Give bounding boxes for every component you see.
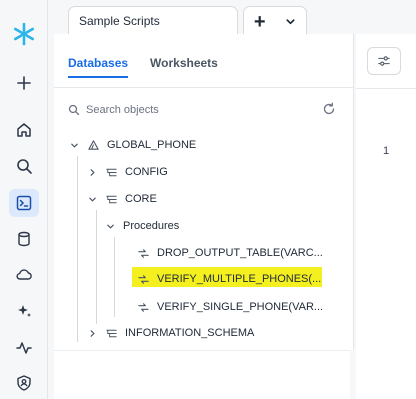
search-placeholder: Search objects xyxy=(86,104,159,116)
tree-node-database[interactable]: GLOBAL_PHONE xyxy=(70,134,196,156)
tab-worksheets[interactable]: Worksheets xyxy=(150,56,218,78)
chevron-down-icon[interactable] xyxy=(88,195,97,204)
database-icon[interactable] xyxy=(9,225,39,253)
search-icon[interactable] xyxy=(9,152,39,180)
tree-node-schema-core[interactable]: CORE xyxy=(88,188,157,210)
tree-guide-line xyxy=(114,237,115,317)
search-icon xyxy=(68,104,80,116)
database-node-icon xyxy=(88,139,99,150)
tab-databases[interactable]: Databases xyxy=(68,56,129,78)
activity-icon[interactable] xyxy=(9,334,39,362)
new-worksheet-button[interactable]: + xyxy=(243,6,307,36)
procedure-icon xyxy=(138,248,149,258)
procedure-name: VERIFY_SINGLE_PHONE(VAR... xyxy=(157,301,324,313)
schema-name: CONFIG xyxy=(125,166,168,178)
cloud-icon[interactable] xyxy=(9,260,39,288)
shield-user-icon[interactable] xyxy=(9,369,39,397)
tree-node-schema-config[interactable]: CONFIG xyxy=(88,161,168,183)
tree-node-schema-information-schema[interactable]: INFORMATION_SCHEMA xyxy=(88,322,254,344)
chevron-right-icon[interactable] xyxy=(88,329,97,338)
home-icon[interactable] xyxy=(9,116,39,144)
tree-node-procedure[interactable]: VERIFY_SINGLE_PHONE(VAR... xyxy=(137,296,323,318)
worksheet-tab-label: Sample Scripts xyxy=(79,14,160,28)
procedure-icon xyxy=(138,274,149,284)
refresh-icon[interactable] xyxy=(322,102,336,116)
panel-divider xyxy=(54,87,354,88)
tree-node-procedure-highlighted[interactable]: VERIFY_MULTIPLE_PHONES(... xyxy=(137,268,321,290)
schema-icon xyxy=(106,168,117,176)
plus-icon[interactable] xyxy=(9,69,39,97)
schema-icon xyxy=(106,329,117,337)
procedure-icon xyxy=(138,302,149,312)
procedure-name: DROP_OUTPUT_TABLE(VARC... xyxy=(157,247,323,259)
schema-name: INFORMATION_SCHEMA xyxy=(125,327,255,339)
chevron-down-icon[interactable] xyxy=(70,141,79,150)
chevron-down-icon[interactable] xyxy=(106,222,115,231)
chevron-down-icon[interactable] xyxy=(285,16,296,27)
panel-footer-area xyxy=(54,350,350,399)
chevron-right-icon[interactable] xyxy=(88,168,97,177)
worksheet-tab[interactable]: Sample Scripts xyxy=(68,6,238,36)
line-number: 1 xyxy=(383,145,390,157)
add-tab-label: + xyxy=(253,10,266,33)
procedure-name: VERIFY_MULTIPLE_PHONES(... xyxy=(157,273,322,285)
left-nav-rail xyxy=(0,0,48,399)
tree-guide-line xyxy=(77,156,78,342)
tree-guide-line xyxy=(96,210,97,324)
app-window: Sample Scripts + Databases Worksheets Se… xyxy=(0,0,416,399)
sliders-icon xyxy=(378,56,390,66)
filter-settings-button[interactable] xyxy=(367,47,401,75)
database-name: GLOBAL_PHONE xyxy=(107,139,197,151)
worksheet-icon[interactable] xyxy=(9,189,39,217)
tree-node-procedures[interactable]: Procedures xyxy=(106,215,179,237)
editor-toolbar-divider xyxy=(356,88,416,89)
panel-tabs: Databases Worksheets xyxy=(68,56,218,78)
tree-node-procedure[interactable]: DROP_OUTPUT_TABLE(VARC... xyxy=(137,242,323,264)
snowflake-logo-icon[interactable] xyxy=(9,20,39,48)
sparkle-icon[interactable] xyxy=(9,297,39,325)
schema-name: CORE xyxy=(125,193,157,205)
schema-icon xyxy=(106,195,117,203)
search-objects-field[interactable]: Search objects xyxy=(68,100,338,120)
procedures-folder-label: Procedures xyxy=(123,220,180,232)
